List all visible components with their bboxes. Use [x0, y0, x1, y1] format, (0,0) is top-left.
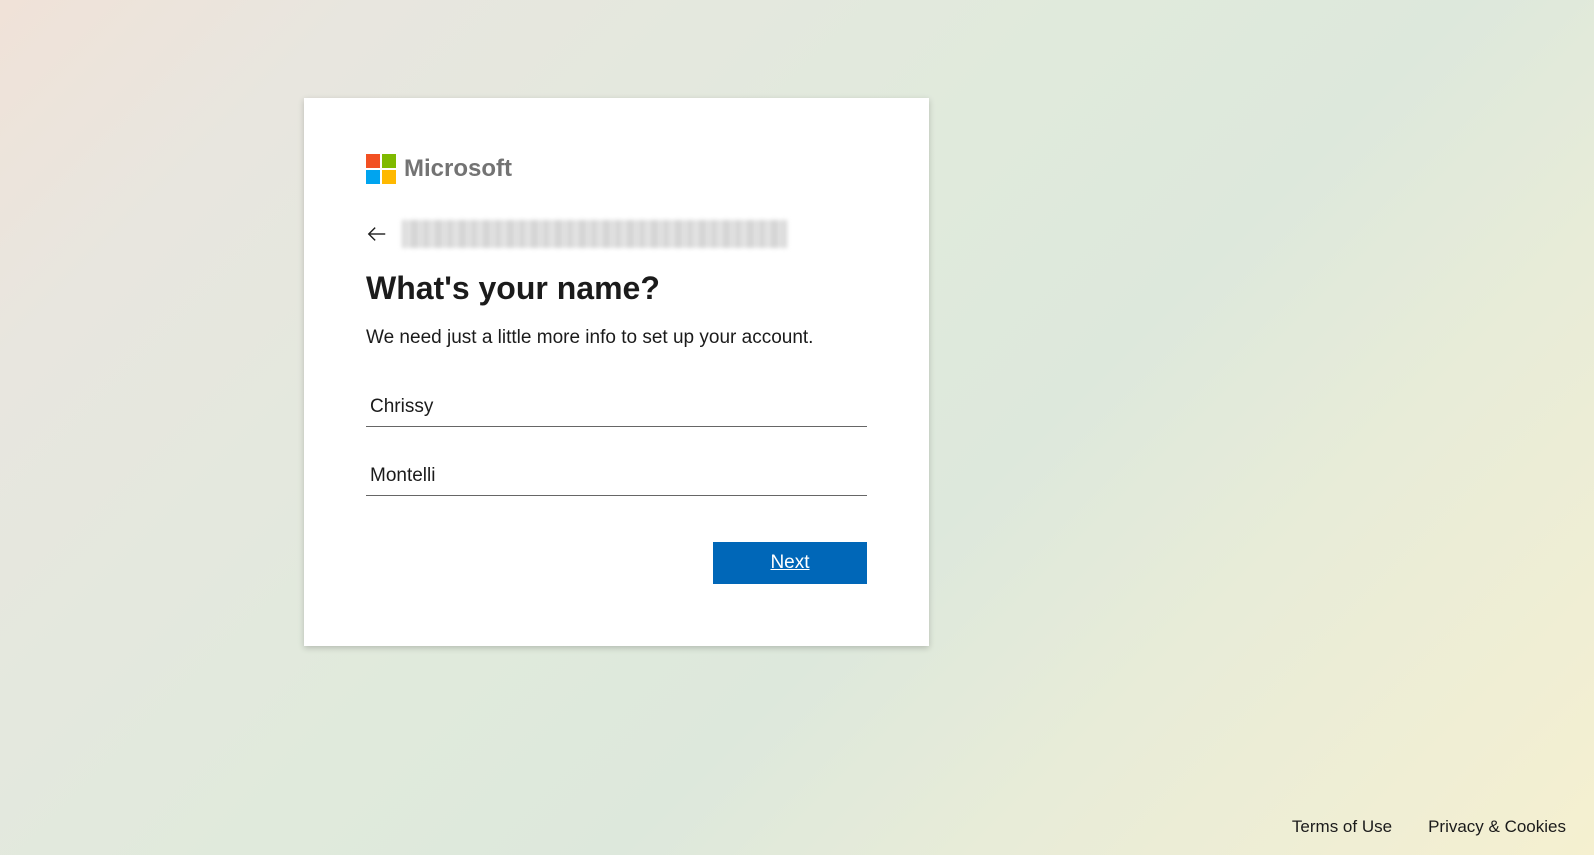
- page-subtext: We need just a little more info to set u…: [366, 325, 826, 352]
- back-button[interactable]: [366, 223, 388, 245]
- arrow-left-icon: [366, 223, 388, 245]
- page-heading: What's your name?: [366, 270, 867, 307]
- next-button[interactable]: Next: [713, 542, 867, 584]
- button-row: Next: [366, 542, 867, 584]
- footer-links: Terms of Use Privacy & Cookies: [1292, 817, 1566, 837]
- privacy-link[interactable]: Privacy & Cookies: [1428, 817, 1566, 837]
- signup-card: Microsoft What's your name? We need just…: [304, 98, 929, 646]
- last-name-input[interactable]: [366, 457, 867, 496]
- identity-row: [366, 220, 867, 248]
- logo-text: Microsoft: [404, 155, 512, 183]
- identity-redacted: [402, 220, 787, 248]
- microsoft-logo-icon: [366, 154, 396, 184]
- first-name-input[interactable]: [366, 388, 867, 427]
- terms-link[interactable]: Terms of Use: [1292, 817, 1392, 837]
- logo-row: Microsoft: [366, 154, 867, 184]
